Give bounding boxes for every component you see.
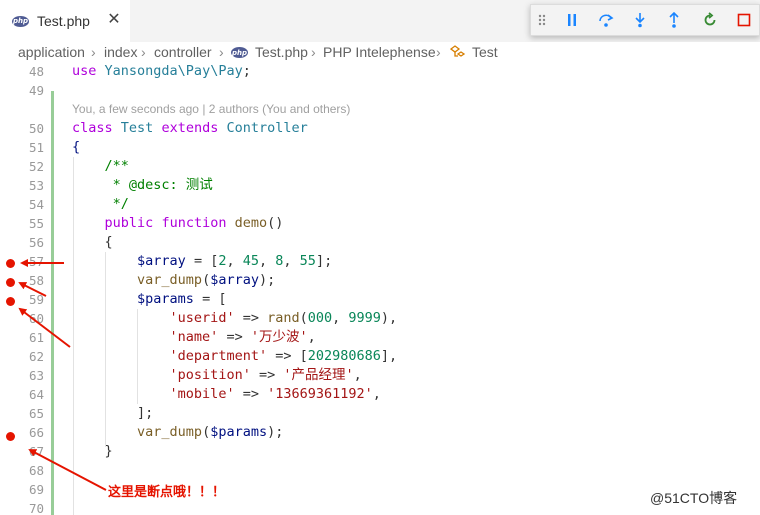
code-text: } — [72, 443, 113, 459]
code-line: 66 var_dump($params); — [28, 424, 284, 440]
watermark: @51CTO博客 — [650, 490, 738, 506]
code-line: 63 'position' => '产品经理', — [28, 367, 362, 383]
step-into-button[interactable] — [628, 5, 652, 35]
breadcrumb: application › index › controller › php T… — [0, 42, 760, 62]
breakpoint-dot-66[interactable] — [6, 432, 15, 441]
stop-button[interactable] — [732, 5, 756, 35]
breadcrumb-item-intelephense[interactable]: PHP Intelephense — [323, 43, 436, 61]
code-text: */ — [72, 196, 129, 212]
code-line: 48 use Yansongda\Pay\Pay; — [28, 63, 251, 79]
step-over-icon — [599, 14, 614, 27]
tab-test-php[interactable]: php Test.php ✕ — [0, 0, 130, 42]
code-text: $params = [ — [137, 291, 227, 307]
breakpoint-dot-58[interactable] — [6, 278, 15, 287]
code-text: 'name' => '万少波', — [169, 329, 316, 345]
code-text: class Test extends Controller — [72, 120, 308, 136]
code-line: 64 'mobile' => '13669361192', — [28, 386, 381, 402]
drag-handle-icon[interactable] — [535, 5, 549, 35]
chevron-right-icon: › — [219, 44, 224, 60]
breadcrumb-item-file[interactable]: Test.php — [255, 43, 308, 61]
tab-label: Test.php — [37, 13, 90, 29]
step-out-button[interactable] — [662, 5, 686, 35]
chevron-right-icon: › — [311, 44, 316, 60]
code-text: $array = [2, 45, 8, 55]; — [137, 253, 333, 269]
breadcrumb-item-application[interactable]: application — [18, 43, 85, 61]
code-line: 60 'userid' => rand(000, 9999), — [28, 310, 398, 326]
chevron-right-icon: › — [141, 44, 146, 60]
code-editor[interactable]: 48 use Yansongda\Pay\Pay; 49 You, a few … — [0, 62, 760, 515]
code-text: 'position' => '产品经理', — [169, 367, 362, 383]
code-line: 54 */ — [28, 196, 129, 212]
debug-toolbar — [530, 4, 760, 36]
breadcrumb-item-class[interactable]: Test — [472, 43, 498, 61]
code-text: { — [72, 139, 81, 155]
breadcrumb-item-index[interactable]: index — [104, 43, 137, 61]
close-icon[interactable]: ✕ — [106, 10, 122, 28]
code-line: 58 var_dump($array); — [28, 272, 276, 288]
breakpoint-dot-59[interactable] — [6, 297, 15, 306]
indent-guide — [73, 157, 74, 515]
code-line: 67 } — [28, 443, 113, 459]
code-text: 'userid' => rand(000, 9999), — [169, 310, 398, 326]
code-text: var_dump($params); — [137, 424, 284, 440]
chevron-right-icon: › — [436, 44, 441, 60]
code-line: 49 — [28, 83, 44, 98]
code-line: 65 ]; — [28, 405, 154, 421]
git-change-bar — [51, 91, 54, 515]
code-text: var_dump($array); — [137, 272, 276, 288]
code-text: ]; — [72, 405, 154, 421]
code-line: 59 $params = [ — [28, 291, 227, 307]
indent-guide — [137, 309, 138, 404]
step-out-icon — [669, 12, 679, 28]
code-line: 62 'department' => [202980686], — [28, 348, 398, 364]
code-line: 55 public function demo() — [28, 215, 284, 231]
breadcrumb-item-controller[interactable]: controller — [154, 43, 212, 61]
code-line: 51 { — [28, 139, 81, 155]
code-text: public function demo() — [104, 215, 284, 231]
breakpoint-dot-57[interactable] — [6, 259, 15, 268]
code-line: 68 — [28, 463, 44, 478]
stop-icon — [737, 13, 751, 27]
class-symbol-icon — [450, 45, 466, 57]
code-line: 61 'name' => '万少波', — [28, 329, 316, 345]
code-text: /** — [72, 158, 129, 174]
indent-guide — [105, 252, 106, 447]
php-file-icon: php — [231, 47, 248, 58]
php-file-icon: php — [12, 15, 29, 27]
restart-icon — [704, 12, 716, 26]
code-line: 56 { — [28, 234, 113, 250]
code-line: 52 /** — [28, 158, 129, 174]
step-into-icon — [635, 13, 645, 28]
pause-icon — [568, 14, 576, 26]
code-line: 50 class Test extends Controller — [28, 120, 308, 136]
code-text: 'department' => [202980686], — [169, 348, 398, 364]
code-line: 70 — [28, 501, 44, 515]
git-blame-annotation: You, a few seconds ago | 2 authors (You … — [72, 102, 351, 116]
code-text: * @desc: 测试 — [72, 177, 213, 193]
code-text: 'mobile' => '13669361192', — [169, 386, 381, 402]
step-over-button[interactable] — [594, 5, 618, 35]
code-text: { — [72, 234, 113, 250]
code-line: 53 * @desc: 测试 — [28, 177, 213, 193]
code-text: use Yansongda\Pay\Pay; — [72, 63, 251, 79]
code-line: 57 $array = [2, 45, 8, 55]; — [28, 253, 333, 269]
chevron-right-icon: › — [91, 44, 96, 60]
blame-line: You, a few seconds ago | 2 authors (You … — [0, 100, 760, 119]
breakpoint-annotation: 这里是断点哦！！！ — [108, 485, 226, 500]
pause-button[interactable] — [560, 5, 584, 35]
restart-button[interactable] — [698, 5, 722, 35]
